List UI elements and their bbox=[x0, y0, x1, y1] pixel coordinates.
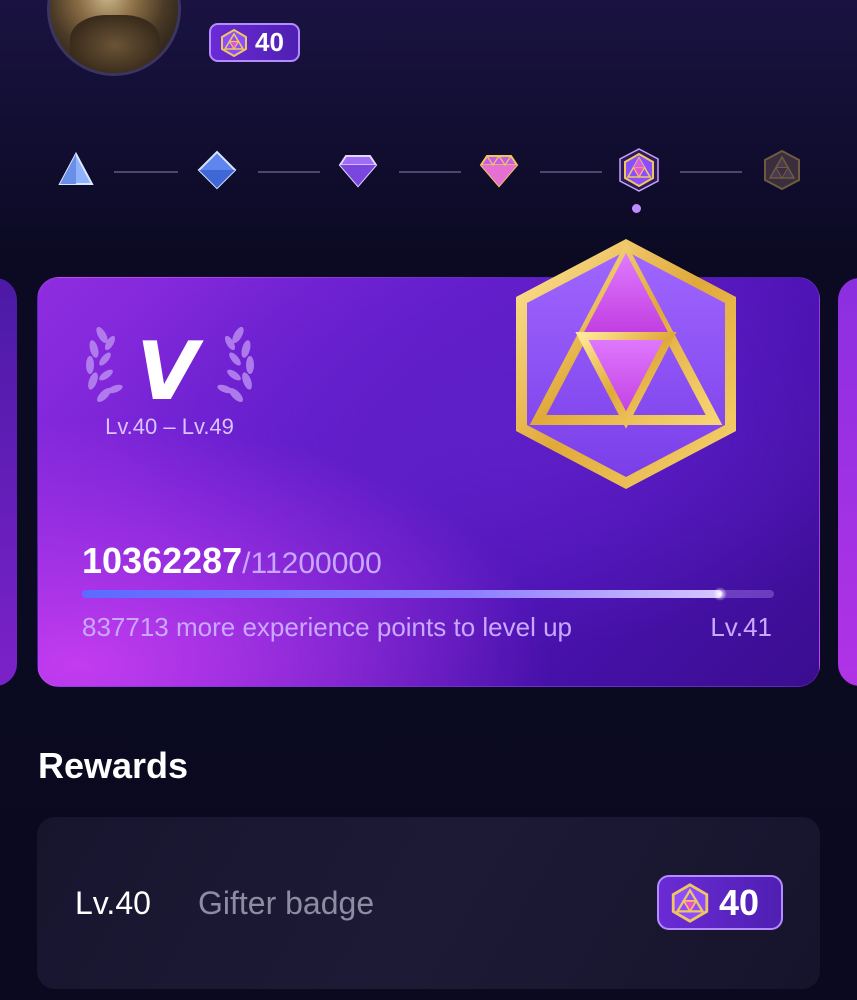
next-level-label: Lv.41 bbox=[710, 612, 772, 642]
tier-3-icon[interactable] bbox=[338, 150, 378, 190]
tier-connector bbox=[540, 171, 602, 173]
reward-badge-number: 40 bbox=[719, 881, 760, 923]
tier-6-icon[interactable] bbox=[760, 148, 804, 192]
level-page: 40 V Lv.40 – Lv.49 10362287/11200000 837… bbox=[0, 0, 857, 1000]
level-badge: 40 bbox=[209, 23, 300, 62]
previous-tier-card[interactable] bbox=[0, 278, 17, 686]
experience-current: 10362287 bbox=[82, 540, 243, 581]
level-badge-number: 40 bbox=[255, 27, 284, 57]
experience-note: 837713 more experience points to level u… bbox=[82, 612, 572, 642]
tier-track bbox=[0, 140, 857, 220]
reward-name: Gifter badge bbox=[198, 885, 375, 921]
next-tier-card[interactable] bbox=[838, 278, 857, 686]
rewards-title: Rewards bbox=[38, 745, 189, 786]
reward-row[interactable]: Lv.40 Gifter badge 40 bbox=[37, 817, 820, 989]
tier-connector bbox=[114, 171, 178, 173]
current-tier-indicator bbox=[632, 204, 641, 213]
gem-icon bbox=[671, 882, 709, 923]
gem-icon bbox=[221, 28, 247, 57]
tier-1-icon[interactable] bbox=[56, 150, 96, 190]
tier-badge-icon bbox=[516, 239, 736, 489]
experience-total: /11200000 bbox=[242, 547, 382, 580]
tier-connector bbox=[680, 171, 742, 173]
tier-5-icon[interactable] bbox=[617, 148, 661, 192]
tier-connector bbox=[258, 171, 320, 173]
experience-counter: 10362287/11200000 bbox=[82, 540, 382, 582]
gifter-badge-preview: 40 bbox=[657, 875, 783, 930]
experience-progress-fill bbox=[82, 587, 728, 601]
tier-4-icon[interactable] bbox=[479, 150, 519, 190]
tier-connector bbox=[399, 171, 461, 173]
level-range: Lv.40 – Lv.49 bbox=[105, 414, 234, 439]
experience-progress-bar bbox=[82, 587, 774, 601]
tier-2-icon[interactable] bbox=[197, 150, 237, 190]
reward-level: Lv.40 bbox=[75, 885, 151, 921]
avatar[interactable] bbox=[47, 0, 181, 76]
laurel-icon bbox=[86, 326, 254, 402]
